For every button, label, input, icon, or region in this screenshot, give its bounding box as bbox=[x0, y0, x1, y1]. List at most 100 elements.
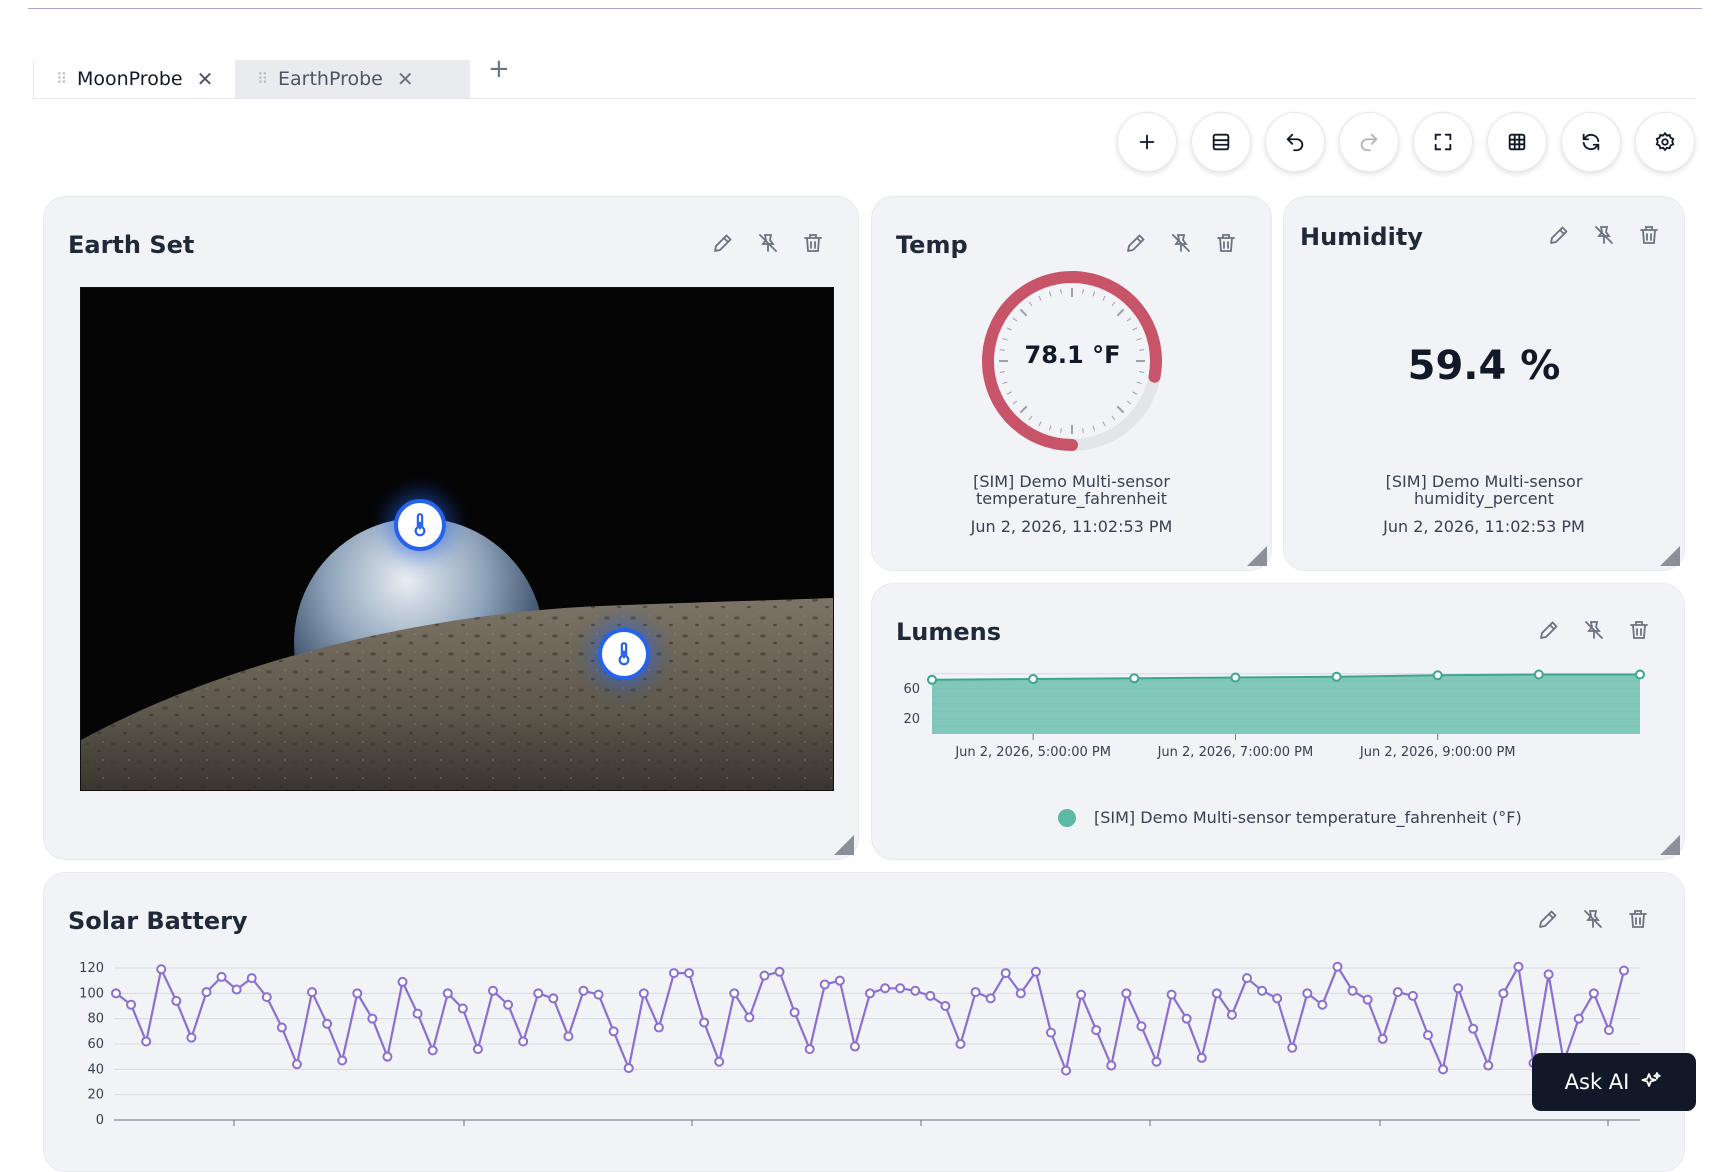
gauge-tick bbox=[1012, 400, 1018, 405]
tab-earthprobe[interactable]: ⠿ EarthProbe ✕ bbox=[235, 60, 470, 98]
data-point bbox=[1242, 973, 1252, 984]
gauge-tick bbox=[1019, 405, 1028, 414]
edit-icon[interactable] bbox=[1547, 223, 1571, 247]
data-point bbox=[1573, 1013, 1584, 1024]
add-tab-button[interactable]: + bbox=[488, 54, 510, 84]
undo-button[interactable] bbox=[1265, 112, 1325, 172]
trash-icon[interactable] bbox=[801, 231, 825, 255]
edit-icon[interactable] bbox=[711, 231, 735, 255]
data-point bbox=[1226, 1009, 1237, 1020]
y-tick-label: 20 bbox=[903, 712, 920, 727]
area-fill bbox=[932, 674, 1640, 734]
layout-button[interactable] bbox=[1191, 112, 1251, 172]
gauge-tick bbox=[1139, 371, 1145, 373]
chart-legend[interactable]: [SIM] Demo Multi-sensor temperature_fahr… bbox=[1058, 808, 1522, 827]
x-tick-label: Jun 2, 2026, 9:00:00 PM bbox=[1359, 745, 1516, 760]
edit-icon[interactable] bbox=[1537, 618, 1561, 642]
data-point bbox=[819, 979, 830, 990]
gauge-tick bbox=[1006, 327, 1012, 331]
data-point bbox=[171, 995, 182, 1006]
data-point bbox=[895, 983, 906, 994]
gauge-tick bbox=[1111, 415, 1116, 421]
data-point bbox=[653, 1022, 664, 1033]
data-point bbox=[1513, 961, 1524, 972]
gauge-tick bbox=[1132, 327, 1138, 331]
trash-icon[interactable] bbox=[1637, 223, 1661, 247]
tab-moonprobe[interactable]: ⠿ MoonProbe ✕ bbox=[33, 60, 233, 98]
edit-icon[interactable] bbox=[1124, 231, 1148, 255]
data-point bbox=[518, 1036, 529, 1047]
edit-icon[interactable] bbox=[1536, 907, 1560, 931]
data-point bbox=[126, 999, 137, 1010]
temperature-sensor-marker[interactable] bbox=[394, 499, 446, 551]
tab-bar: ⠿ MoonProbe ✕ ⠿ EarthProbe ✕ + bbox=[33, 54, 1695, 99]
gauge-tick bbox=[1028, 415, 1033, 421]
unpin-icon[interactable] bbox=[1582, 618, 1606, 642]
card-title: Temp bbox=[896, 231, 968, 259]
data-point bbox=[593, 989, 604, 1000]
card-actions bbox=[1547, 223, 1661, 247]
resize-handle[interactable] bbox=[1660, 546, 1680, 566]
redo-button[interactable] bbox=[1339, 112, 1399, 172]
y-tick-label: 60 bbox=[903, 682, 920, 697]
solar-battery-card: Solar Battery 120 100 80 60 40 20 0 bbox=[43, 872, 1685, 1172]
data-point bbox=[1498, 988, 1509, 999]
trash-icon[interactable] bbox=[1626, 907, 1650, 931]
resize-handle[interactable] bbox=[1660, 835, 1680, 855]
ask-ai-button[interactable]: Ask AI bbox=[1532, 1053, 1696, 1111]
data-point bbox=[1211, 988, 1222, 999]
y-tick-label: 60 bbox=[87, 1037, 104, 1052]
gauge-tick bbox=[1048, 291, 1052, 297]
add-widget-button[interactable] bbox=[1117, 112, 1177, 172]
resize-handle[interactable] bbox=[834, 835, 854, 855]
card-actions bbox=[711, 231, 825, 255]
unpin-icon[interactable] bbox=[1581, 907, 1605, 931]
earth-set-image[interactable] bbox=[80, 287, 834, 791]
thermometer-icon bbox=[414, 513, 426, 537]
data-point bbox=[699, 1017, 710, 1028]
data-point bbox=[1347, 985, 1358, 996]
grid-button[interactable] bbox=[1487, 112, 1547, 172]
gauge-tick bbox=[1002, 381, 1008, 385]
data-point bbox=[1422, 1030, 1433, 1041]
unpin-icon[interactable] bbox=[756, 231, 780, 255]
solar-battery-line-chart: 120 100 80 60 40 20 0 bbox=[79, 961, 1640, 1128]
trash-icon[interactable] bbox=[1627, 618, 1651, 642]
trash-icon[interactable] bbox=[1214, 231, 1238, 255]
settings-button[interactable] bbox=[1635, 112, 1695, 172]
gauge-tick bbox=[1082, 288, 1084, 294]
data-point bbox=[623, 1063, 634, 1074]
gauge-tick bbox=[1006, 391, 1012, 395]
drag-handle-icon[interactable]: ⠿ bbox=[56, 70, 67, 88]
ask-ai-label: Ask AI bbox=[1564, 1070, 1630, 1094]
data-point bbox=[1453, 983, 1464, 994]
close-icon[interactable]: ✕ bbox=[397, 67, 414, 91]
data-point bbox=[322, 1018, 333, 1029]
data-point bbox=[940, 1001, 951, 1011]
resize-handle[interactable] bbox=[1247, 546, 1267, 566]
gauge-tick bbox=[1012, 317, 1018, 322]
data-point bbox=[684, 968, 695, 979]
refresh-button[interactable] bbox=[1561, 112, 1621, 172]
gauge-tick bbox=[1092, 291, 1096, 297]
unpin-icon[interactable] bbox=[1592, 223, 1616, 247]
data-point bbox=[261, 992, 272, 1003]
gauge-tick bbox=[1048, 425, 1052, 431]
close-icon[interactable]: ✕ bbox=[197, 67, 214, 91]
gauge-tick bbox=[1116, 308, 1125, 317]
data-point bbox=[1432, 670, 1443, 681]
gauge-tick bbox=[1028, 301, 1033, 307]
data-point bbox=[412, 1008, 423, 1019]
data-point bbox=[337, 1055, 348, 1066]
gauge-tick bbox=[1038, 295, 1042, 301]
data-point bbox=[1166, 989, 1177, 1000]
data-point bbox=[548, 993, 559, 1004]
fullscreen-button[interactable] bbox=[1413, 112, 1473, 172]
gauge-tick bbox=[1060, 428, 1062, 434]
temperature-sensor-marker[interactable] bbox=[598, 628, 650, 680]
x-tick-label: Jun 2, 2026, 5:00:00 PM bbox=[954, 745, 1111, 760]
data-point bbox=[442, 988, 453, 999]
drag-handle-icon[interactable]: ⠿ bbox=[257, 70, 268, 88]
data-point bbox=[849, 1041, 860, 1052]
unpin-icon[interactable] bbox=[1169, 231, 1193, 255]
